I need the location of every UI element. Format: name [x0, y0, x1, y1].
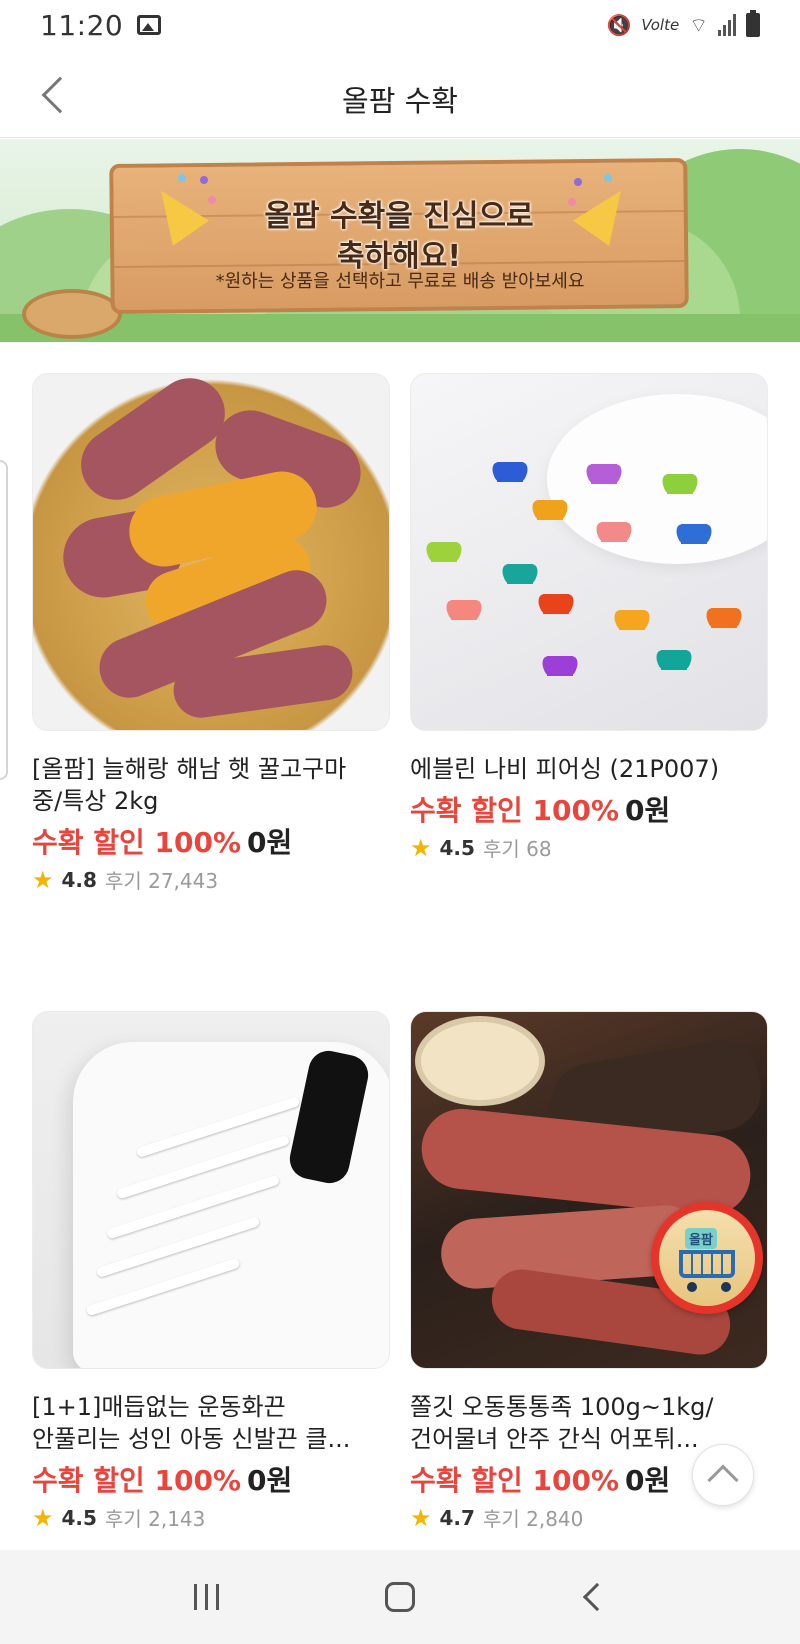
discount-label: 수확 할인 100%	[410, 794, 620, 827]
recents-button[interactable]	[167, 1567, 247, 1627]
image-notification-icon	[137, 15, 162, 35]
rating-row: ★ 4.5 후기 2,143	[32, 1503, 390, 1532]
scroll-to-top-button[interactable]	[692, 1444, 754, 1506]
system-back-button[interactable]	[553, 1567, 633, 1627]
review-count: 후기 2,840	[482, 1507, 584, 1531]
allfarm-cart-button[interactable]: 올팜	[651, 1202, 763, 1314]
home-icon	[384, 1582, 415, 1612]
cart-label: 올팜	[685, 1228, 717, 1249]
product-image[interactable]	[32, 373, 390, 731]
product-image[interactable]	[410, 1011, 768, 1369]
rating-value: 4.8	[61, 867, 97, 892]
product-card[interactable]: [1+1]매듭없는 운동화끈 안풀리는 성인 아동 신발끈 클... 수확 할인…	[32, 1011, 390, 1532]
product-name[interactable]: [올팜] 늘해랑 해남 햇 꿀고구마 중/특상 2kg	[32, 753, 390, 817]
price-row: 수확 할인 100% 0원	[410, 789, 768, 829]
product-image[interactable]	[410, 373, 768, 731]
mute-icon: 🔇	[606, 13, 632, 37]
price-row: 수확 할인 100% 0원	[32, 821, 390, 861]
wifi-icon: ⌔	[689, 12, 708, 37]
volte-indicator: Volte	[641, 16, 680, 34]
rating-row: ★ 4.5 후기 68	[410, 833, 768, 862]
rating-row: ★ 4.7 후기 2,840	[410, 1503, 768, 1532]
price-row: 수확 할인 100% 0원	[32, 1459, 390, 1499]
rating-value: 4.7	[439, 1505, 475, 1530]
review-count: 후기 68	[482, 837, 552, 861]
product-image[interactable]	[32, 1011, 390, 1369]
discount-label: 수확 할인 100%	[410, 1464, 620, 1497]
star-icon: ★	[32, 865, 54, 894]
battery-icon	[746, 10, 760, 37]
star-icon: ★	[410, 833, 432, 862]
product-name[interactable]: 에블린 나비 피어싱 (21P007)	[410, 753, 768, 785]
product-card[interactable]: 에블린 나비 피어싱 (21P007) 수확 할인 100% 0원 ★ 4.5 후…	[410, 373, 768, 862]
product-name[interactable]: [1+1]매듭없는 운동화끈 안풀리는 성인 아동 신발끈 클...	[32, 1391, 390, 1455]
review-count: 후기 2,143	[104, 1507, 206, 1531]
recents-icon	[194, 1584, 220, 1610]
rating-value: 4.5	[61, 1505, 97, 1530]
product-card[interactable]: [올팜] 늘해랑 해남 햇 꿀고구마 중/특상 2kg 수확 할인 100% 0원…	[32, 373, 390, 894]
status-bar: 11:20 🔇 Volte ⌔	[0, 0, 800, 50]
page-title: 올팜 수확	[342, 84, 458, 118]
rating-value: 4.5	[439, 835, 475, 860]
price: 0원	[247, 1464, 293, 1497]
banner-title: 올팜 수확을 진심으로 축하해요!	[264, 199, 534, 274]
rating-row: ★ 4.8 후기 27,443	[32, 865, 390, 894]
price: 0원	[625, 1464, 671, 1497]
tree-stump-illustration	[22, 289, 122, 339]
chevron-up-icon	[707, 1464, 739, 1496]
harvest-banner: 올팜 수확을 진심으로 축하해요! *원하는 상품을 선택하고 무료로 배송 받…	[0, 139, 800, 342]
home-button[interactable]	[360, 1567, 440, 1627]
shopping-cart-icon: 올팜	[659, 1210, 755, 1306]
review-count: 후기 27,443	[104, 869, 219, 893]
system-navigation-bar	[0, 1550, 800, 1644]
banner-subtitle: *원하는 상품을 선택하고 무료로 배송 받아보세요	[215, 271, 585, 292]
back-icon	[583, 1582, 612, 1612]
star-icon: ★	[32, 1503, 54, 1532]
edge-panel-handle[interactable]	[0, 460, 8, 780]
price: 0원	[625, 794, 671, 827]
discount-label: 수확 할인 100%	[32, 826, 242, 859]
signal-icon	[718, 14, 736, 36]
star-icon: ★	[410, 1503, 432, 1532]
status-time: 11:20	[40, 8, 124, 42]
status-icons: 🔇 Volte ⌔	[606, 10, 760, 38]
discount-label: 수확 할인 100%	[32, 1464, 242, 1497]
price: 0원	[247, 826, 293, 859]
app-header: 올팜 수확	[0, 50, 800, 138]
